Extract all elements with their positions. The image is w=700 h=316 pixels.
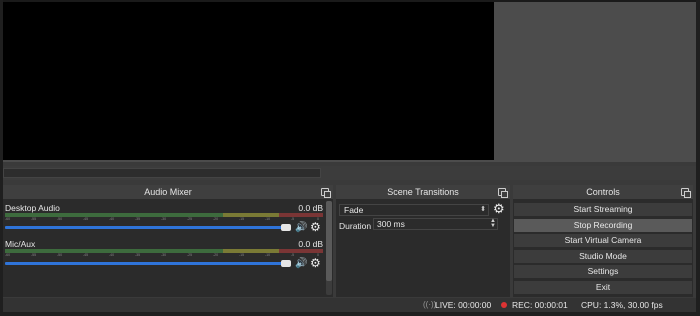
meter-tick-label: -15	[239, 253, 245, 257]
volume-slider[interactable]	[5, 262, 287, 265]
transition-select-value: Fade	[344, 205, 364, 215]
studio-mode-button[interactable]: Studio Mode	[514, 250, 692, 263]
meter-tick-label: -45	[83, 253, 89, 257]
audio-mixer-dock: Audio Mixer Desktop Audio 0.0 dB -60 -55 -…	[3, 185, 333, 297]
meter-tick-label: -25	[187, 217, 193, 221]
window-bottom-border	[0, 312, 700, 316]
volume-icon[interactable]: 🔊	[295, 222, 307, 233]
meter-tick-label: -10	[265, 253, 271, 257]
meter-tick-label: -45	[83, 217, 89, 221]
meter-tick-label: -5	[291, 217, 295, 221]
meter-tick-label: -55	[31, 253, 37, 257]
float-dock-icon[interactable]	[498, 188, 508, 198]
volume-slider[interactable]	[5, 226, 287, 229]
duration-spinbox[interactable]: 300 ms ▲ ▼	[373, 218, 498, 230]
gear-icon[interactable]: ⚙	[310, 256, 321, 270]
meter-tick-label: -55	[31, 217, 37, 221]
volume-icon[interactable]: 🔊	[295, 258, 307, 269]
channel-db: 0.0 dB	[298, 203, 323, 213]
spin-arrows-icon: ⬍	[480, 206, 486, 213]
meter-tick-label: -40	[109, 253, 115, 257]
meter-tick-label: -35	[135, 217, 141, 221]
meter-tick-label: -50	[57, 253, 63, 257]
meter-tick-label: -5	[291, 253, 295, 257]
audio-mixer-header: Audio Mixer	[3, 185, 333, 199]
mixer-scrollbar[interactable]	[326, 201, 332, 295]
preview-canvas[interactable]	[3, 2, 494, 160]
audio-mixer-title: Audio Mixer	[144, 187, 192, 197]
mixer-channel-mic-aux: Mic/Aux 0.0 dB -60 -55 -50 -45 -40 -35 -30 -25 -…	[5, 237, 323, 277]
record-dot-icon	[501, 302, 507, 308]
meter-tick-label: -60	[5, 253, 11, 257]
channel-db: 0.0 dB	[298, 239, 323, 249]
meter-tick-label: -30	[161, 217, 167, 221]
controls-header: Controls	[513, 185, 693, 199]
rec-status: REC: 00:00:01	[512, 300, 568, 310]
mixer-channel-desktop-audio: Desktop Audio 0.0 dB -60 -55 -50 -45 -40 -35 -…	[5, 201, 323, 241]
volume-slider-handle[interactable]	[281, 224, 291, 231]
scene-transitions-header: Scene Transitions	[336, 185, 510, 199]
duration-value: 300 ms	[377, 219, 405, 229]
status-bar: ((·)) LIVE: 00:00:00 REC: 00:00:01 CPU: …	[3, 298, 696, 312]
volume-slider-handle[interactable]	[281, 260, 291, 267]
horizontal-scrollbar[interactable]	[3, 166, 696, 180]
scene-transitions-title: Scene Transitions	[387, 187, 459, 197]
meter-tick-label: -40	[109, 217, 115, 221]
meter-tick-label: -50	[57, 217, 63, 221]
spin-arrows-icon[interactable]: ▲ ▼	[490, 218, 496, 229]
meter-tick-label: -10	[265, 217, 271, 221]
meter-ticks: -60 -55 -50 -45 -40 -35 -30 -25 -20 -15 -10 -5 0	[5, 253, 323, 259]
duration-label: Duration	[339, 221, 372, 231]
meter-tick-label: -15	[239, 217, 245, 221]
meter-tick-label: -30	[161, 253, 167, 257]
mixer-scrollbar-thumb[interactable]	[326, 201, 332, 281]
meter-tick-label: -25	[187, 253, 193, 257]
mixer-body: Desktop Audio 0.0 dB -60 -55 -50 -45 -40 -35 -…	[3, 199, 325, 297]
float-dock-icon[interactable]	[321, 188, 331, 198]
start-virtual-camera-button[interactable]: Start Virtual Camera	[514, 234, 692, 247]
live-status: LIVE: 00:00:00	[435, 300, 492, 310]
settings-button[interactable]: Settings	[514, 265, 692, 278]
scrollbar-track[interactable]	[3, 168, 321, 178]
meter-tick-label: -35	[135, 253, 141, 257]
scene-transitions-dock: Scene Transitions Fade ⬍ ⚙ Duration 300 …	[336, 185, 510, 297]
preview-area	[3, 2, 696, 162]
controls-dock: Controls Start Streaming Stop Recording …	[513, 185, 693, 297]
cpu-status: CPU: 1.3%, 30.00 fps	[581, 300, 663, 310]
gear-icon[interactable]: ⚙	[310, 220, 321, 234]
exit-button[interactable]: Exit	[514, 281, 692, 294]
meter-tick-label: -20	[213, 217, 219, 221]
stop-recording-button[interactable]: Stop Recording	[514, 219, 692, 232]
meter-ticks: -60 -55 -50 -45 -40 -35 -30 -25 -20 -15 -10 -5 0	[5, 217, 323, 223]
gear-icon[interactable]: ⚙	[493, 201, 505, 217]
meter-tick-label: -60	[5, 217, 11, 221]
meter-tick-label: -20	[213, 253, 219, 257]
transition-select[interactable]: Fade ⬍	[339, 204, 489, 216]
start-streaming-button[interactable]: Start Streaming	[514, 203, 692, 216]
float-dock-icon[interactable]	[681, 188, 691, 198]
channel-name: Desktop Audio	[5, 203, 60, 213]
controls-title: Controls	[586, 187, 620, 197]
window-right-border	[696, 0, 700, 316]
channel-name: Mic/Aux	[5, 239, 36, 249]
